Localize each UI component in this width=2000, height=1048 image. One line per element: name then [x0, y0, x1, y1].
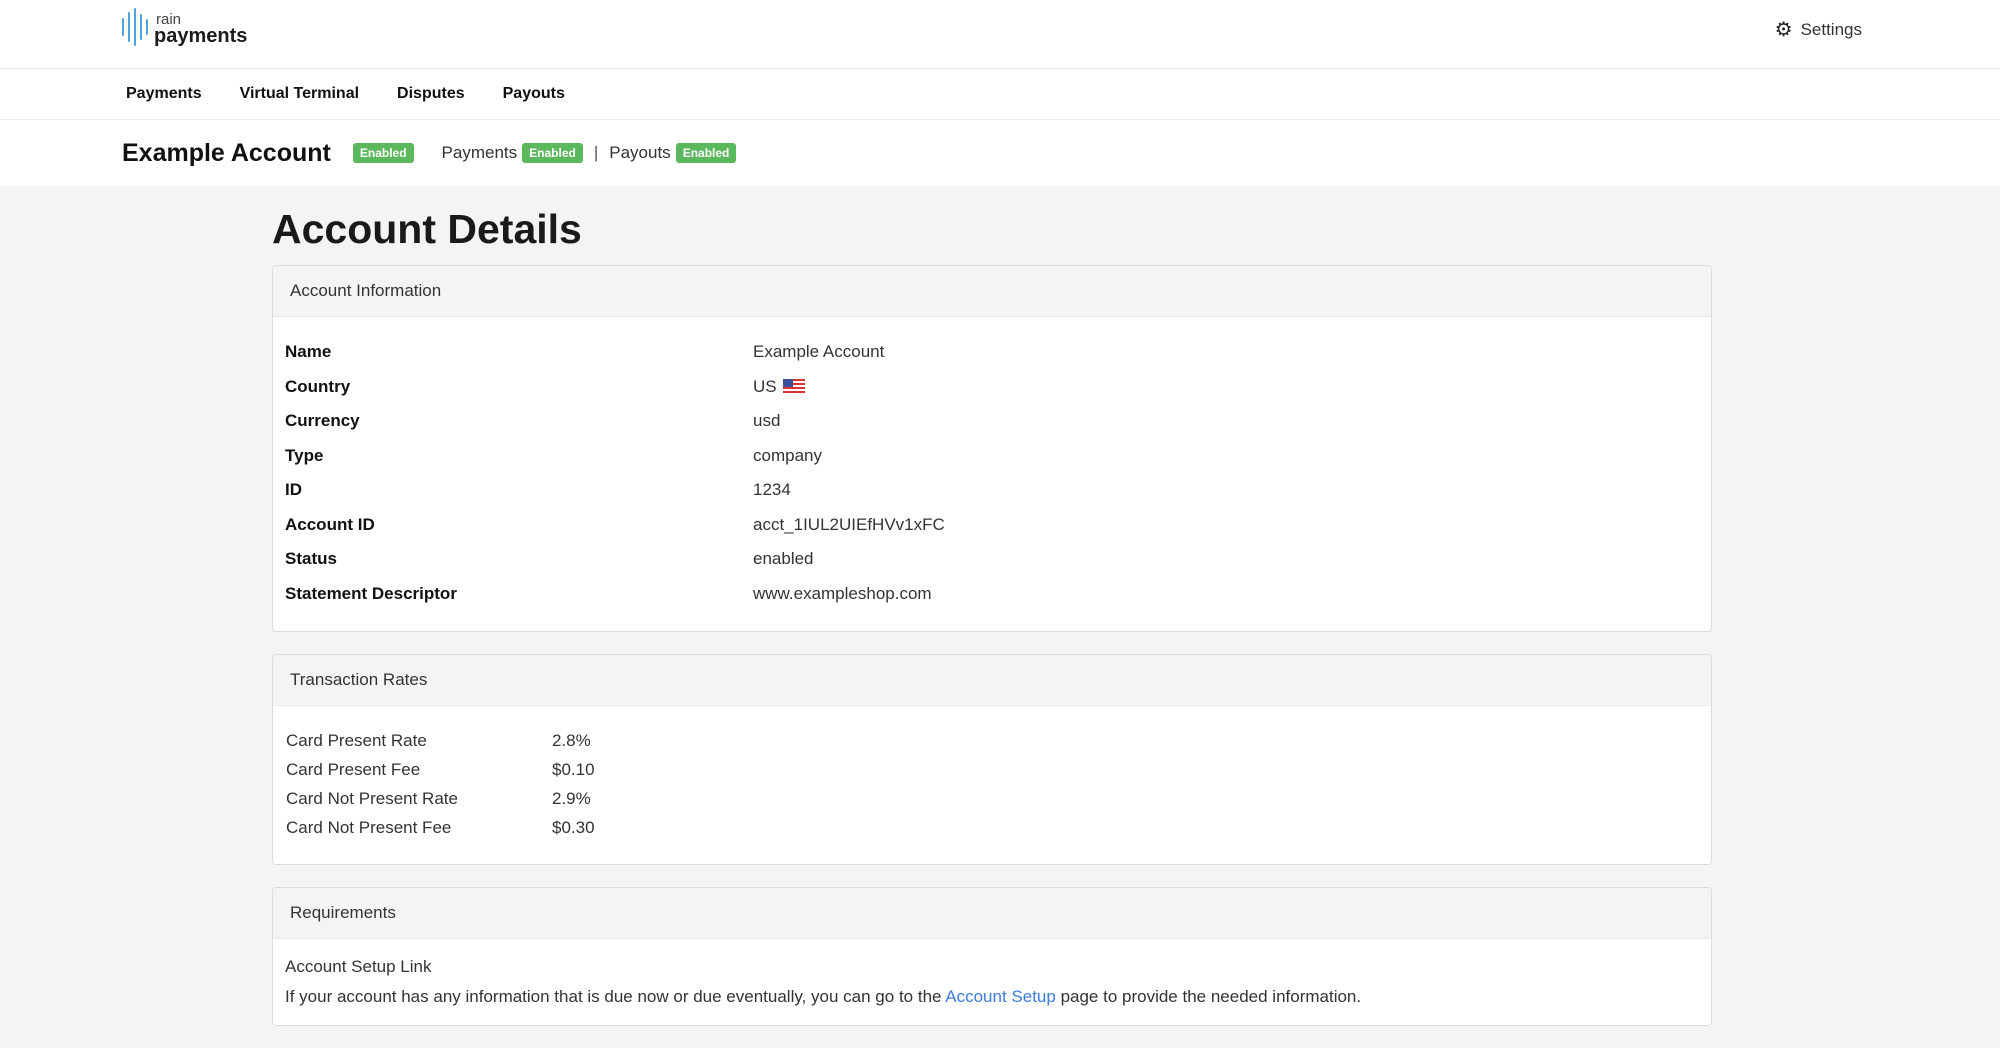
main-content: Account Details Account Information Name… [272, 206, 1712, 1048]
info-row-status: Status enabled [285, 542, 1699, 577]
settings-label: Settings [1800, 20, 1862, 39]
rate-row: Card Present Rate 2.8% [286, 726, 1698, 755]
info-row-type: Type company [285, 439, 1699, 474]
page-title: Account Details [272, 206, 582, 252]
top-bar: rain payments ⚙ Settings [0, 0, 2000, 69]
info-row-id: ID 1234 [285, 473, 1699, 508]
panel-heading: Account Information [273, 266, 1711, 317]
rate-label: Card Not Present Fee [286, 817, 452, 837]
capability-separator: | [593, 143, 599, 162]
info-label: Country [285, 376, 351, 396]
info-row-currency: Currency usd [285, 404, 1699, 439]
rain-payments-logo[interactable]: rain payments [122, 8, 247, 46]
info-row-account-id: Account ID acct_1IUL2UIEfHVv1xFC [285, 508, 1699, 543]
nav-item-payments[interactable]: Payments [126, 85, 202, 103]
nav-item-disputes[interactable]: Disputes [397, 85, 465, 103]
logo-bars-icon [122, 8, 148, 46]
info-label: Currency [285, 411, 360, 431]
info-row-name: Name Example Account [285, 335, 1699, 370]
info-value: company [753, 445, 822, 465]
settings-button[interactable]: ⚙ Settings [1775, 20, 1862, 40]
account-setup-link-title: Account Setup Link [285, 957, 432, 976]
requirements-text-after: page to provide the needed information. [1055, 987, 1362, 1006]
info-value: enabled [753, 549, 814, 569]
panel-heading: Transaction Rates [273, 655, 1711, 706]
panel-heading: Requirements [273, 888, 1711, 939]
rate-row: Card Not Present Rate 2.9% [286, 784, 1698, 813]
account-bar: Example Account Enabled Payments Enabled… [0, 120, 2000, 186]
info-value: US [753, 376, 777, 396]
account-status-badge: Enabled [352, 143, 414, 163]
main-nav: Payments Virtual Terminal Disputes Payou… [0, 69, 2000, 120]
info-label: Name [285, 342, 332, 362]
nav-item-payouts[interactable]: Payouts [503, 85, 565, 103]
account-information-panel: Account Information Name Example Account… [272, 265, 1712, 632]
requirements-panel: Requirements Account Setup Link If your … [272, 887, 1712, 1026]
rate-label: Card Present Rate [286, 730, 427, 750]
account-name: Example Account [122, 138, 331, 167]
rate-value: $0.10 [552, 759, 595, 779]
info-value: 1234 [753, 480, 791, 500]
gear-icon: ⚙ [1774, 19, 1793, 41]
info-label: ID [285, 480, 302, 500]
info-label: Statement Descriptor [285, 583, 457, 603]
rate-label: Card Not Present Rate [286, 788, 458, 808]
info-row-statement-descriptor: Statement Descriptor www.exampleshop.com [285, 577, 1699, 612]
transaction-rates-panel: Transaction Rates Card Present Rate 2.8%… [272, 654, 1712, 865]
info-value: usd [753, 411, 781, 431]
capability-status: Payments Enabled | Payouts Enabled [442, 143, 737, 163]
info-label: Status [285, 549, 337, 569]
info-row-country: Country US [285, 370, 1699, 405]
info-label: Account ID [285, 514, 375, 534]
nav-item-virtual-terminal[interactable]: Virtual Terminal [240, 85, 359, 103]
info-value: www.exampleshop.com [753, 583, 932, 603]
info-value: acct_1IUL2UIEfHVv1xFC [753, 514, 945, 534]
info-value: Example Account [753, 342, 885, 362]
payouts-status-badge: Enabled [675, 143, 737, 163]
logo-big-text: payments [154, 25, 248, 47]
rate-label: Card Present Fee [286, 759, 421, 779]
rate-value: $0.30 [552, 817, 595, 837]
requirements-description: If your account has any information that… [285, 987, 1699, 1007]
us-flag-icon [782, 378, 805, 393]
requirements-text-before: If your account has any information that… [285, 987, 946, 1006]
rate-value: 2.8% [552, 730, 591, 750]
rate-row: Card Present Fee $0.10 [286, 755, 1698, 784]
rate-value: 2.9% [552, 788, 591, 808]
info-label: Type [285, 445, 324, 465]
payments-capability-label: Payments [441, 143, 518, 162]
payments-status-badge: Enabled [522, 143, 583, 163]
rate-row: Card Not Present Fee $0.30 [286, 813, 1698, 842]
payouts-capability-label: Payouts [609, 143, 671, 162]
account-setup-link[interactable]: Account Setup [945, 987, 1056, 1006]
